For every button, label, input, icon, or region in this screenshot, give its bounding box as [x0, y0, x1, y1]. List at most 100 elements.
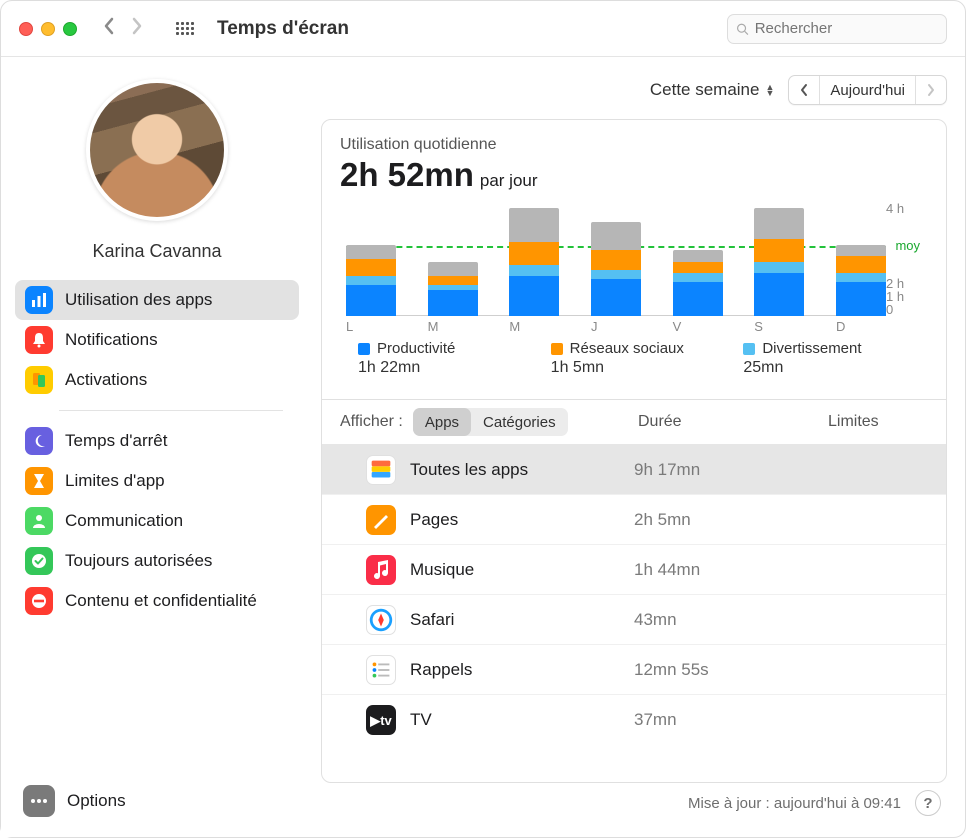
panel-header: Utilisation quotidienne 2h 52mn par jour…	[322, 120, 946, 399]
app-duration: 12mn 55s	[634, 660, 814, 680]
bar-segment-other	[754, 208, 804, 239]
legend-item: Réseaux sociaux 1h 5mn	[551, 340, 718, 377]
app-name: Toutes les apps	[410, 460, 620, 480]
tab-apps[interactable]: Apps	[413, 408, 471, 436]
forward-button[interactable]	[131, 17, 143, 41]
check-shield-icon	[25, 547, 53, 575]
bar-segment-entertainment	[673, 273, 723, 282]
chart-bar[interactable]	[428, 262, 478, 316]
chart-bar[interactable]	[591, 222, 641, 316]
chart-bar[interactable]	[754, 208, 804, 316]
legend-value: 1h 5mn	[551, 359, 718, 377]
sidebar-item-label: Limites d'app	[65, 471, 165, 491]
x-axis-labels: LMMJVSD	[346, 319, 886, 334]
search-field[interactable]	[727, 14, 947, 44]
app-duration: 43mn	[634, 610, 814, 630]
sidebar-options[interactable]: Options	[11, 777, 303, 825]
avatar-wrap	[11, 79, 303, 221]
table-row[interactable]: Musique1h 44mn	[322, 544, 946, 594]
search-input[interactable]	[755, 20, 938, 37]
window-controls	[19, 22, 77, 36]
close-window-button[interactable]	[19, 22, 33, 36]
stack-icon	[366, 455, 396, 485]
tv-icon: ▶tv	[366, 705, 396, 735]
bar-segment-social	[428, 276, 478, 285]
legend-item: Divertissement 25mn	[743, 340, 910, 377]
sidebar-item-utilisation-des-apps[interactable]: Utilisation des apps	[15, 280, 299, 320]
sidebar-item-communication[interactable]: Communication	[15, 501, 299, 541]
no-entry-icon	[25, 587, 53, 615]
bars	[346, 202, 886, 316]
sidebar-item-notifications[interactable]: Notifications	[15, 320, 299, 360]
apps-table: Toutes les apps9h 17mnPages2h 5mnMusique…	[322, 444, 946, 744]
app-duration: 9h 17mn	[634, 460, 814, 480]
table-row[interactable]: Toutes les apps 9h 17mn	[322, 444, 946, 494]
zoom-window-button[interactable]	[63, 22, 77, 36]
app-name: Musique	[410, 560, 620, 580]
compass-icon	[366, 605, 396, 635]
usage-suffix: par jour	[480, 171, 538, 191]
next-day-button[interactable]	[916, 76, 946, 104]
col-duration: Durée	[638, 413, 818, 431]
bar-segment-other	[673, 250, 723, 261]
prev-day-button[interactable]	[789, 76, 819, 104]
sidebar: Karina Cavanna Utilisation des appsNotif…	[1, 57, 313, 837]
chart-legend: Productivité 1h 22mn Réseaux sociaux 1h …	[340, 336, 928, 389]
usage-panel: Utilisation quotidienne 2h 52mn par jour…	[321, 119, 947, 783]
app-name: Rappels	[410, 660, 620, 680]
table-row[interactable]: Pages2h 5mn	[322, 494, 946, 544]
sidebar-item-activations[interactable]: Activations	[15, 360, 299, 400]
chart-bar[interactable]	[836, 245, 886, 316]
table-row[interactable]: ▶tv TV 37mn	[322, 694, 946, 744]
x-tick: S	[754, 319, 804, 334]
sidebar-item-limites-d-app[interactable]: Limites d'app	[15, 461, 299, 501]
bar-segment-entertainment	[346, 276, 396, 285]
sidebar-item-label: Contenu et confidentialité	[65, 591, 257, 611]
table-row[interactable]: Safari43mn	[322, 594, 946, 644]
legend-value: 25mn	[743, 359, 910, 377]
svg-text:▶tv: ▶tv	[369, 713, 392, 728]
chart-bar[interactable]	[673, 250, 723, 316]
all-prefs-icon[interactable]	[175, 19, 195, 39]
bar-segment-entertainment	[836, 273, 886, 282]
day-segmented-control: Aujourd'hui	[788, 75, 947, 105]
sidebar-section-settings: Temps d'arrêt Limites d'app CommunicationT…	[15, 421, 299, 621]
bell-icon	[25, 326, 53, 354]
avatar[interactable]	[86, 79, 228, 221]
tab-categories[interactable]: Catégories	[471, 408, 568, 436]
x-tick: J	[591, 319, 641, 334]
today-button[interactable]: Aujourd'hui	[820, 76, 915, 104]
top-controls: Cette semaine ▲▼ Aujourd'hui	[321, 67, 947, 113]
usage-chart: 4 h2 h1 h0 moy LMMJVSD	[340, 202, 928, 332]
table-row[interactable]: Rappels 12mn 55s	[322, 644, 946, 694]
pen-icon	[366, 505, 396, 535]
app-duration: 37mn	[634, 710, 814, 730]
app-name: TV	[410, 710, 620, 730]
options-icon	[23, 785, 55, 817]
bar-segment-entertainment	[754, 262, 804, 273]
music-note-icon	[366, 555, 396, 585]
bar-segment-other	[509, 208, 559, 242]
sidebar-section-reports: Utilisation des appsNotificationsActivat…	[15, 280, 299, 400]
updated-label: Mise à jour : aujourd'hui à 09:41	[688, 795, 901, 812]
window: Temps d'écran Karina Cavanna Utilisation…	[0, 0, 966, 838]
bubble-person-icon	[25, 507, 53, 535]
back-button[interactable]	[103, 17, 115, 41]
bar-segment-other	[428, 262, 478, 276]
avg-label: moy	[895, 238, 920, 253]
content: Cette semaine ▲▼ Aujourd'hui	[313, 57, 965, 837]
minimize-window-button[interactable]	[41, 22, 55, 36]
x-tick: M	[509, 319, 559, 334]
range-picker[interactable]: Cette semaine ▲▼	[646, 80, 779, 100]
sidebar-item-contenu-et-confidentialit-[interactable]: Contenu et confidentialité	[15, 581, 299, 621]
phone-switch-icon	[25, 366, 53, 394]
sidebar-item-toujours-autoris-es[interactable]: Toujours autorisées	[15, 541, 299, 581]
sidebar-item-temps-d-arr-t[interactable]: Temps d'arrêt	[15, 421, 299, 461]
show-label: Afficher :	[340, 413, 403, 431]
chart-bar[interactable]	[509, 208, 559, 316]
bar-segment-social	[346, 259, 396, 276]
chart-bar[interactable]	[346, 245, 396, 316]
hourglass-moon-icon	[25, 427, 53, 455]
bar-segment-productivity	[509, 276, 559, 316]
help-button[interactable]: ?	[915, 790, 941, 816]
